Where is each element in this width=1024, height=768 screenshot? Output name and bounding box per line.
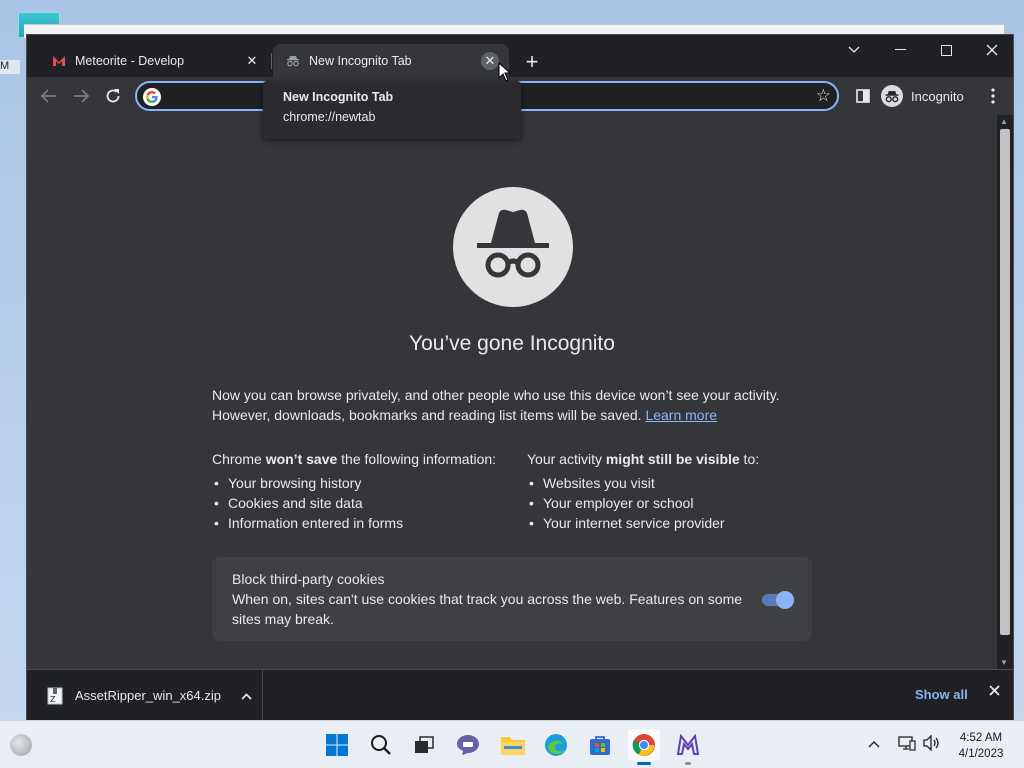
tab-title: New Incognito Tab <box>309 53 412 68</box>
incognito-favicon-icon <box>285 53 301 69</box>
still-visible-section: Your activity might still be visible to:… <box>527 449 827 533</box>
intro-text: Now you can browse privately, and other … <box>212 385 812 425</box>
weather-icon[interactable] <box>10 734 32 756</box>
tooltip-title: New Incognito Tab <box>283 90 394 104</box>
list-item: Your internet service provider <box>527 513 827 533</box>
clock-time: 4:52 AM <box>959 732 1003 744</box>
download-item[interactable]: Z AssetRipper_win_x64.zip <box>27 670 263 721</box>
scrollbar-thumb[interactable] <box>1000 129 1010 635</box>
tab-hover-card: New Incognito Tab chrome://newtab <box>263 81 521 139</box>
list-item: Information entered in forms <box>212 513 512 533</box>
tab-search-icon[interactable] <box>831 35 877 65</box>
menu-icon[interactable] <box>979 82 1007 110</box>
minimize-button[interactable] <box>877 35 923 65</box>
chevron-up-icon[interactable] <box>241 689 252 703</box>
running-indicator <box>685 762 691 765</box>
list-item: Your browsing history <box>212 473 512 493</box>
still-visible-heading: Your activity might still be visible to: <box>527 451 760 467</box>
wont-save-section: Chrome won’t save the following informat… <box>212 449 512 533</box>
close-window-button[interactable] <box>969 35 1015 65</box>
taskbar: 4:52 AM 4/1/2023 <box>0 720 1024 768</box>
new-tab-button[interactable]: + <box>519 49 545 75</box>
page-scrollbar[interactable]: ▲ ▼ <box>997 115 1013 669</box>
forward-button[interactable] <box>67 82 95 110</box>
chrome-icon[interactable] <box>628 729 660 765</box>
cookie-description: When on, sites can't use cookies that tr… <box>232 591 743 627</box>
meteorite-app-icon[interactable] <box>672 729 704 765</box>
volume-icon[interactable] <box>923 734 941 754</box>
clock-date: 4/1/2023 <box>958 748 1004 760</box>
browser-window: Meteorite - Develop ✕ New Incognito Tab … <box>26 34 1014 721</box>
network-icon[interactable] <box>898 735 916 754</box>
side-panel-icon[interactable] <box>849 82 877 110</box>
page-title: You’ve gone Incognito <box>409 332 615 355</box>
block-cookies-toggle[interactable] <box>760 591 794 609</box>
tab-title: Meteorite - Develop <box>75 53 185 68</box>
incognito-avatar-icon <box>881 85 903 107</box>
zip-file-icon: Z <box>47 687 63 705</box>
file-explorer-icon[interactable] <box>497 729 529 761</box>
back-button[interactable] <box>35 82 63 110</box>
microsoft-store-icon[interactable] <box>584 729 616 761</box>
tab-new-incognito[interactable]: New Incognito Tab ✕ <box>273 44 509 77</box>
chevron-up-icon[interactable] <box>868 735 880 751</box>
close-downloads-icon[interactable] <box>989 683 1000 701</box>
maximize-button[interactable] <box>923 35 969 65</box>
running-indicator <box>637 762 651 765</box>
learn-more-link[interactable]: Learn more <box>645 407 717 423</box>
task-view-icon[interactable] <box>408 729 440 761</box>
meteorite-favicon-icon <box>51 53 67 69</box>
desktop-label-fragment: M <box>0 60 20 74</box>
bookmark-star-icon[interactable]: ☆ <box>816 86 831 106</box>
chat-icon[interactable] <box>452 729 484 761</box>
close-tab-icon[interactable]: ✕ <box>243 52 261 70</box>
tab-divider <box>271 53 272 69</box>
google-icon <box>143 88 161 106</box>
download-shelf: Z AssetRipper_win_x64.zip Show all <box>27 669 1013 721</box>
tab-strip: Meteorite - Develop ✕ New Incognito Tab … <box>27 35 1013 77</box>
system-clock[interactable]: 4:52 AM 4/1/2023 <box>948 730 1014 762</box>
scroll-down-icon[interactable]: ▼ <box>1000 658 1008 667</box>
list-item: Your employer or school <box>527 493 827 513</box>
search-icon[interactable] <box>365 729 397 761</box>
close-tab-icon[interactable]: ✕ <box>481 51 499 70</box>
download-file-name: AssetRipper_win_x64.zip <box>75 688 221 703</box>
show-all-downloads-link[interactable]: Show all <box>915 687 968 702</box>
wont-save-heading: Chrome won’t save the following informat… <box>212 451 497 467</box>
incognito-label: Incognito <box>911 88 964 104</box>
start-button[interactable] <box>321 729 353 761</box>
tab-meteorite[interactable]: Meteorite - Develop ✕ <box>33 44 271 77</box>
mouse-cursor-icon <box>498 61 512 87</box>
intro-line-2: However, downloads, bookmarks and readin… <box>212 407 642 423</box>
svg-text:Z: Z <box>50 695 56 704</box>
scroll-up-icon[interactable]: ▲ <box>1000 117 1008 126</box>
incognito-profile-button[interactable]: Incognito <box>881 82 971 110</box>
list-item: Websites you visit <box>527 473 827 493</box>
list-item: Cookies and site data <box>212 493 512 513</box>
intro-line-1: Now you can browse privately, and other … <box>212 387 780 403</box>
incognito-page: You’ve gone Incognito Now you can browse… <box>27 115 997 669</box>
cookie-title: Block third-party cookies <box>232 571 385 587</box>
edge-icon[interactable] <box>540 729 572 761</box>
tooltip-url: chrome://newtab <box>283 110 376 124</box>
reload-button[interactable] <box>99 82 127 110</box>
cookie-controls-card: Block third-party cookies When on, sites… <box>212 557 812 641</box>
incognito-logo-icon <box>453 187 573 307</box>
